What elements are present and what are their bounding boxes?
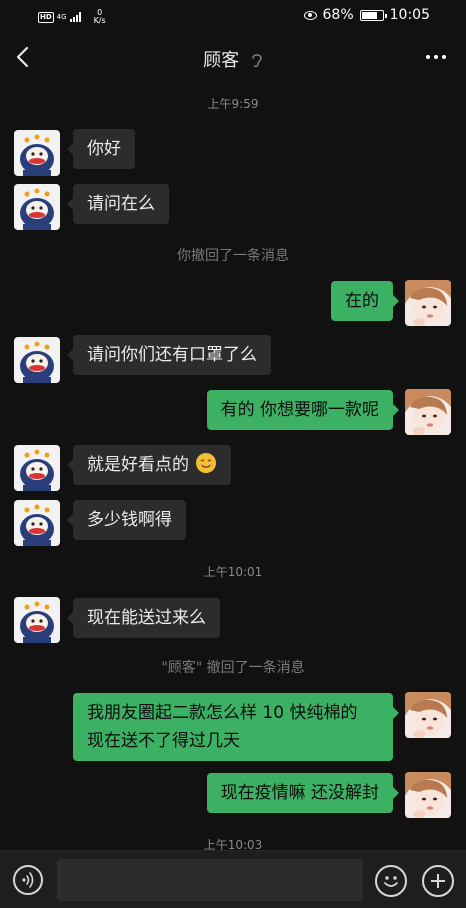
message-bubble-incoming[interactable]: 请问你们还有口罩了么 xyxy=(67,335,271,375)
chat-header: 顾客 xyxy=(0,36,466,80)
hd-badge: HD xyxy=(38,11,54,23)
smiley-icon[interactable] xyxy=(375,865,407,897)
contact-name: 顾客 xyxy=(203,50,240,71)
message-bubble-incoming[interactable]: 请问在么 xyxy=(67,184,169,224)
smiley-emoji-icon xyxy=(196,453,216,473)
avatar[interactable] xyxy=(14,500,60,546)
avatar[interactable] xyxy=(405,389,451,435)
status-right: 68% 10:05 xyxy=(303,7,430,23)
clock: 10:05 xyxy=(389,7,430,23)
avatar[interactable] xyxy=(14,597,60,643)
system-notice: "顾客" 撤回了一条消息 xyxy=(161,660,305,676)
network-speed: 0 K/s xyxy=(94,9,106,25)
eye-icon xyxy=(303,10,317,20)
battery-icon xyxy=(359,9,387,21)
avatar[interactable] xyxy=(14,337,60,383)
status-left: HD 4G 0 K/s xyxy=(38,9,106,25)
message-text: 就是好看点的 xyxy=(87,455,189,475)
speed-unit: K/s xyxy=(93,16,106,25)
message-bubble-incoming[interactable]: 现在能送过来么 xyxy=(67,598,220,638)
ear-icon xyxy=(252,54,262,68)
message-bubble-outgoing[interactable]: 现在疫情嘛 还没解封 xyxy=(206,773,400,813)
avatar[interactable] xyxy=(405,772,451,818)
message-bubble-outgoing[interactable]: 在的 xyxy=(331,281,399,321)
avatar[interactable] xyxy=(14,445,60,491)
system-notice: 你撤回了一条消息 xyxy=(177,248,289,264)
avatar[interactable] xyxy=(405,692,451,738)
battery-percent: 68% xyxy=(322,7,354,23)
avatar[interactable] xyxy=(14,184,60,230)
status-bar: HD 4G 0 K/s 68% 10:05 xyxy=(0,0,466,32)
avatar[interactable] xyxy=(14,130,60,176)
message-input[interactable] xyxy=(57,859,363,901)
message-bubble-incoming[interactable]: 你好 xyxy=(67,129,135,169)
network-type: 4G xyxy=(56,13,67,21)
message-bubble-incoming[interactable]: 就是好看点的 xyxy=(67,445,231,485)
message-bubble-outgoing[interactable]: 我朋友圈起二款怎么样 10 快纯棉的 现在送不了得过几天 xyxy=(73,693,399,761)
timestamp: 上午10:01 xyxy=(203,565,263,579)
timestamp: 上午9:59 xyxy=(207,97,259,111)
plus-icon[interactable] xyxy=(422,865,454,897)
input-bar xyxy=(0,850,466,908)
avatar[interactable] xyxy=(405,280,451,326)
more-dots-icon[interactable] xyxy=(426,55,446,59)
message-bubble-outgoing[interactable]: 有的 你想要哪一款呢 xyxy=(206,390,400,430)
message-bubble-incoming[interactable]: 多少钱啊得 xyxy=(67,500,186,540)
voice-icon[interactable] xyxy=(13,865,43,895)
signal-icon xyxy=(69,12,81,22)
page-title: 顾客 xyxy=(0,46,466,72)
